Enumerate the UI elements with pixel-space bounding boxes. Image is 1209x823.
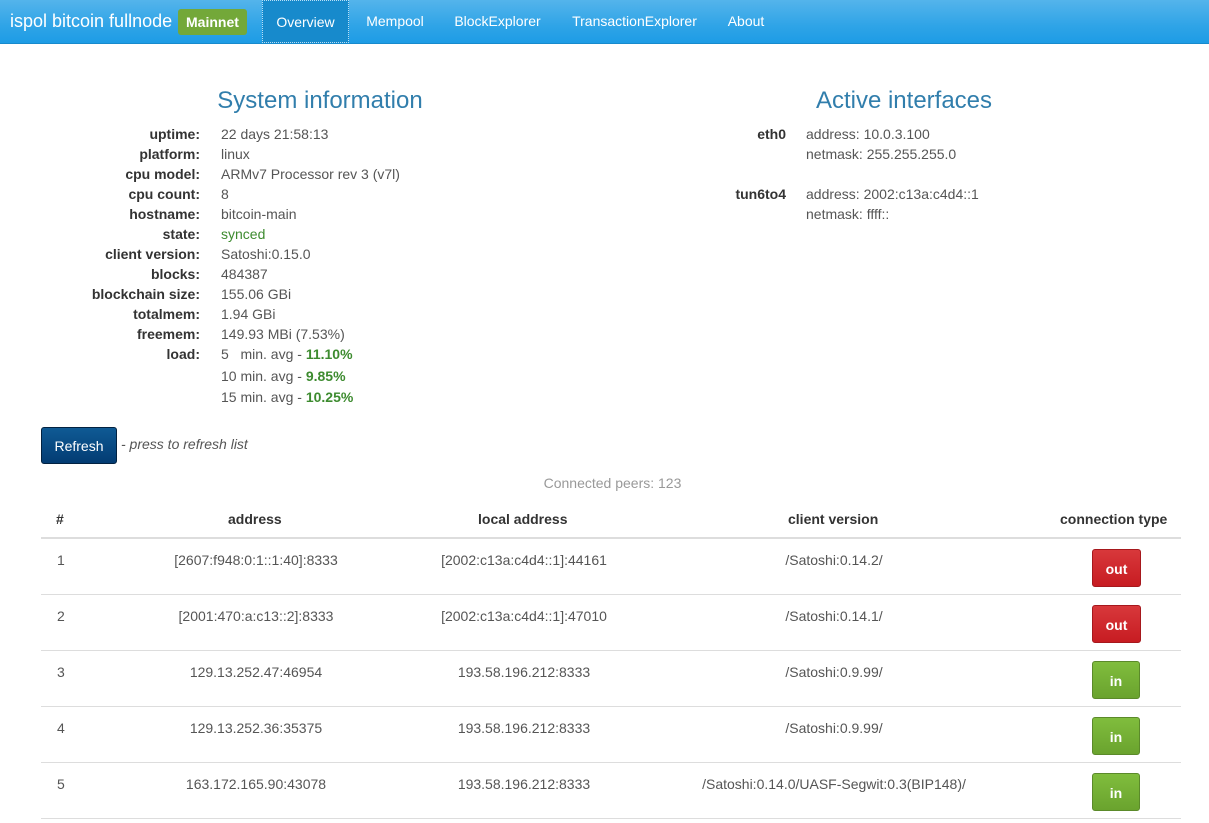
column-header-client-version: client version [788, 511, 879, 527]
info-value: 149.93 MBi (7.53%) [221, 326, 345, 342]
load-label: 5 min. avg - [221, 346, 306, 362]
load-value: 9.85% [305, 368, 346, 384]
network-badge: Mainnet [178, 9, 247, 35]
peer-client-version: /Satoshi:0.14.1/ [785, 608, 883, 624]
connection-type-out-button[interactable]: out [1092, 549, 1141, 587]
table-row: 1 [2607:f948:0:1::1:40]:8333 [2002:c13a:… [41, 539, 1181, 595]
table-row: 2 [2001:470:a:c13::2]:8333 [2002:c13a:c4… [41, 595, 1181, 651]
info-value: ARMv7 Processor rev 3 (v7l) [221, 166, 400, 182]
info-value: 1.94 GBi [221, 306, 276, 322]
info-key: state: [162, 226, 200, 242]
state-synced-value: synced [221, 226, 266, 242]
nav-item-overview[interactable]: Overview [262, 0, 349, 43]
nav-item-blockexplorer[interactable]: BlockExplorer [441, 0, 554, 43]
nav-item-transactionexplorer[interactable]: TransactionExplorer [557, 0, 712, 43]
info-value: 484387 [221, 266, 268, 282]
connected-peers-count: Connected peers: 123 [543, 475, 682, 491]
connection-type-out-button[interactable]: out [1092, 605, 1141, 643]
load-value: 11.10% [305, 346, 353, 362]
interface-netmask: netmask: ffff:: [806, 206, 890, 222]
column-header-address: address [228, 511, 282, 527]
peer-local-address: [2002:c13a:c4d4::1]:47010 [441, 608, 607, 624]
info-key: cpu model: [125, 166, 200, 182]
column-header-connection-type: connection type [1060, 511, 1168, 527]
nav-item-mempool[interactable]: Mempool [351, 0, 439, 43]
interface-name-tun6to4: tun6to4 [735, 186, 786, 202]
peer-local-address: 193.58.196.212:8333 [457, 664, 591, 680]
active-interfaces-title: Active interfaces [815, 87, 993, 114]
load-10min: 10 min. avg - 9.85% [221, 366, 346, 386]
load-label: 10 min. avg - [221, 368, 306, 384]
interface-address: address: 10.0.3.100 [806, 126, 930, 142]
load-15min: 15 min. avg - 10.25% [221, 387, 353, 407]
info-key: load: [166, 346, 200, 362]
info-key: freemem: [136, 326, 200, 342]
info-value: bitcoin-main [221, 206, 297, 222]
peer-local-address: [2002:c13a:c4d4::1]:44161 [441, 552, 607, 568]
connection-type-in-button[interactable]: in [1092, 773, 1140, 811]
info-value: Satoshi:0.15.0 [221, 246, 311, 262]
peer-client-version: /Satoshi:0.14.2/ [785, 552, 883, 568]
interface-name-eth0: eth0 [757, 126, 786, 142]
info-key: client version: [105, 246, 200, 262]
table-row: 3 129.13.252.47:46954 193.58.196.212:833… [41, 651, 1181, 707]
column-header-local-address: local address [478, 511, 568, 527]
refresh-hint: - press to refresh list [121, 436, 248, 452]
refresh-button[interactable]: Refresh [41, 427, 117, 464]
load-value: 10.25% [305, 389, 354, 405]
connection-type-in-button[interactable]: in [1092, 717, 1140, 755]
load-label: 15 min. avg - [221, 389, 306, 405]
load-5min: 5 min. avg - 11.10% [221, 344, 353, 364]
peer-client-version: /Satoshi:0.9.99/ [785, 720, 883, 736]
info-key: blocks: [150, 266, 200, 282]
peer-local-address: 193.58.196.212:8333 [457, 776, 591, 792]
info-key: hostname: [129, 206, 200, 222]
system-information-title: System information [217, 87, 423, 114]
connection-type-in-button[interactable]: in [1092, 661, 1140, 699]
top-navbar: ispol bitcoin fullnode Mainnet Overview … [0, 0, 1209, 44]
info-key: totalmem: [133, 306, 200, 322]
table-row: 5 163.172.165.90:43078 193.58.196.212:83… [41, 763, 1181, 819]
interface-netmask: netmask: 255.255.255.0 [806, 146, 957, 162]
column-header-number: # [56, 511, 64, 527]
peer-local-address: 193.58.196.212:8333 [457, 720, 591, 736]
peer-client-version: /Satoshi:0.9.99/ [785, 664, 883, 680]
info-key: platform: [139, 146, 200, 162]
peer-client-version: /Satoshi:0.14.0/UASF-Segwit:0.3(BIP148)/ [702, 776, 966, 792]
info-key: blockchain size: [91, 286, 200, 302]
interface-address: address: 2002:c13a:c4d4::1 [806, 186, 979, 202]
table-row: 4 129.13.252.36:35375 193.58.196.212:833… [41, 707, 1181, 763]
info-value: 155.06 GBi [221, 286, 292, 302]
info-value: linux [221, 146, 250, 162]
brand-title[interactable]: ispol bitcoin fullnode [10, 0, 172, 43]
nav-item-about[interactable]: About [714, 0, 778, 43]
